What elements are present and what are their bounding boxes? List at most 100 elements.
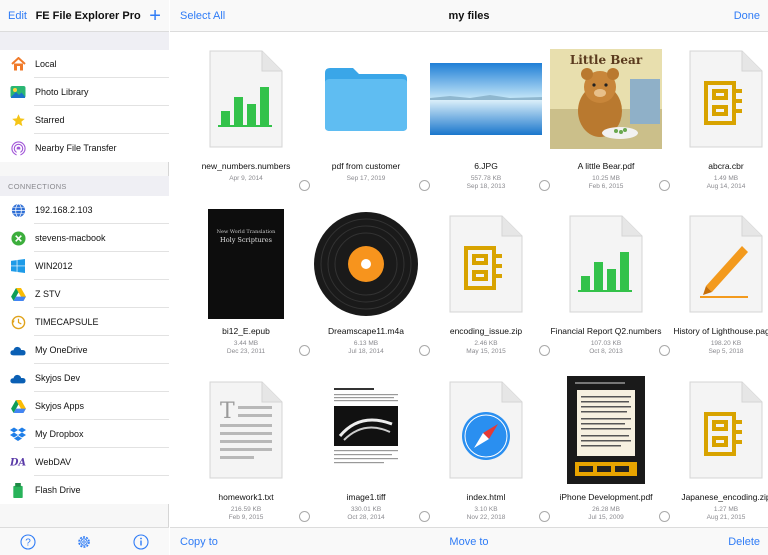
file-date: Feb 9, 2015 bbox=[228, 514, 264, 521]
file-date: Sep 17, 2019 bbox=[346, 175, 386, 182]
file-tile[interactable]: iPhone Development.pdf 26.28 MB Jul 15, 2… bbox=[546, 365, 670, 525]
file-tile[interactable]: abcra.cbr 1.49 MB Aug 14, 2014 bbox=[666, 34, 768, 194]
star-icon bbox=[10, 112, 26, 128]
file-name: encoding_issue.zip bbox=[449, 326, 523, 336]
done-button[interactable]: Done bbox=[734, 10, 760, 22]
archive-doc-icon bbox=[666, 44, 768, 154]
numbers-doc-icon bbox=[546, 209, 666, 319]
webdav-icon: DAV bbox=[10, 454, 26, 470]
delete-button[interactable]: Delete bbox=[728, 536, 760, 548]
sidebar-item-my-onedrive[interactable]: My OneDrive bbox=[0, 336, 169, 364]
sidebar-item-label: Skyjos Dev bbox=[35, 373, 81, 383]
archive-doc-icon bbox=[666, 375, 768, 485]
globe-icon bbox=[10, 202, 26, 218]
file-tile[interactable]: 6.JPG 557.78 KB Sep 18, 2013 bbox=[426, 34, 550, 194]
tiff-thumbnail bbox=[306, 375, 426, 485]
file-name: index.html bbox=[466, 492, 506, 502]
sidebar-item-starred[interactable]: Starred bbox=[0, 106, 169, 134]
sidebar-item-my-dropbox[interactable]: My Dropbox bbox=[0, 420, 169, 448]
file-tile[interactable]: Financial Report Q2.numbers 107.03 KB Oct… bbox=[546, 199, 670, 359]
file-name: iPhone Development.pdf bbox=[559, 492, 653, 502]
sidebar-item-label: My Dropbox bbox=[35, 429, 84, 439]
file-name: History of Lighthouse.pages bbox=[673, 326, 768, 336]
file-tile[interactable]: New World Translation Holy Scriptures bi1… bbox=[186, 199, 310, 359]
file-size: 2.46 KB bbox=[474, 340, 498, 347]
sidebar-item-label: stevens-macbook bbox=[35, 233, 106, 243]
sidebar-header: Edit FE File Explorer Pro + bbox=[0, 0, 169, 32]
file-grid: new_numbers.numbers Apr 9, 2014 pdf from… bbox=[170, 32, 768, 527]
file-meta: 3.44 MB Dec 23, 2011 bbox=[186, 340, 306, 356]
file-date: Jul 18, 2014 bbox=[348, 348, 384, 355]
sidebar-item-webdav[interactable]: DAV WebDAV bbox=[0, 448, 169, 476]
file-name: homework1.txt bbox=[218, 492, 274, 502]
sidebar-item-label: WIN2012 bbox=[35, 261, 73, 271]
file-meta: 198.20 KB Sep 5, 2018 bbox=[666, 340, 768, 356]
sidebar-item-photo-library[interactable]: Photo Library bbox=[0, 78, 169, 106]
epub-cover-title: Holy Scriptures bbox=[220, 236, 272, 244]
info-icon[interactable] bbox=[133, 533, 149, 550]
flash-drive-icon bbox=[10, 482, 26, 498]
sidebar-item-z-stv[interactable]: Z STV bbox=[0, 280, 169, 308]
file-tile[interactable]: Japanese_encoding.zip 1.27 MB Aug 21, 201… bbox=[666, 365, 768, 525]
add-connection-button[interactable]: + bbox=[149, 6, 161, 26]
file-tile[interactable]: History of Lighthouse.pages 198.20 KBSep… bbox=[666, 199, 768, 359]
file-meta: 26.28 MB Jul 15, 2009 bbox=[546, 506, 666, 522]
file-tile[interactable]: encoding_issue.zip 2.46 KB May 15, 2015 bbox=[426, 199, 550, 359]
sidebar-item-skyjos-dev[interactable]: Skyjos Dev bbox=[0, 364, 169, 392]
pdf-page-thumbnail bbox=[546, 375, 666, 485]
edit-button[interactable]: Edit bbox=[8, 10, 27, 22]
file-tile[interactable]: index.html 3.10 KB Nov 22, 2018 bbox=[426, 365, 550, 525]
file-date: Oct 28, 2014 bbox=[347, 514, 385, 521]
file-date: Aug 14, 2014 bbox=[706, 183, 746, 190]
windows-icon bbox=[10, 258, 26, 274]
folder-tile[interactable]: pdf from customer Sep 17, 2019 bbox=[306, 34, 430, 194]
sidebar-spacer bbox=[0, 32, 169, 50]
sidebar-item-label: WebDAV bbox=[35, 457, 72, 467]
archive-doc-icon bbox=[426, 209, 546, 319]
file-tile[interactable]: new_numbers.numbers Apr 9, 2014 bbox=[186, 34, 310, 194]
file-tile[interactable]: Little Bear A little Bear.pdf 10.25 MB Fe… bbox=[546, 34, 670, 194]
file-size: 557.78 KB bbox=[470, 175, 502, 182]
safari-doc-icon bbox=[426, 375, 546, 485]
file-date: Nov 22, 2018 bbox=[466, 514, 506, 521]
file-tile[interactable]: Dreamscape11.m4a 6.13 MB Jul 18, 2014 bbox=[306, 199, 430, 359]
sidebar-item-label: Nearby File Transfer bbox=[35, 143, 117, 153]
sidebar-item-win2012[interactable]: WIN2012 bbox=[0, 252, 169, 280]
file-date: Dec 23, 2011 bbox=[226, 348, 266, 355]
file-name: Financial Report Q2.numbers bbox=[550, 326, 662, 336]
file-size: 107.03 KB bbox=[590, 340, 622, 347]
onedrive-icon bbox=[10, 342, 26, 358]
book-cover-thumbnail: Little Bear bbox=[546, 44, 666, 154]
file-tile[interactable]: T homework1.txt 216.59 KB Feb 9, 2015 bbox=[186, 365, 310, 525]
file-date: Oct 8, 2013 bbox=[589, 348, 623, 355]
sidebar-item-label: My OneDrive bbox=[35, 345, 88, 355]
file-date: Aug 21, 2015 bbox=[706, 514, 746, 521]
sidebar-item-nearby-file-transfer[interactable]: Nearby File Transfer bbox=[0, 134, 169, 162]
top-toolbar: Select All my files Done bbox=[170, 0, 768, 32]
pages-doc-icon bbox=[666, 209, 768, 319]
file-date: Jul 15, 2009 bbox=[588, 514, 624, 521]
file-size: 26.28 MB bbox=[592, 506, 620, 513]
file-tile[interactable]: image1.tiff 330.01 KB Oct 28, 2014 bbox=[306, 365, 430, 525]
file-meta: 557.78 KB Sep 18, 2013 bbox=[426, 175, 546, 191]
sidebar-item-skyjos-apps[interactable]: Skyjos Apps bbox=[0, 392, 169, 420]
file-date: Apr 9, 2014 bbox=[229, 175, 263, 182]
sidebar-item-local[interactable]: Local bbox=[0, 50, 169, 78]
sidebar-footer: ? bbox=[0, 527, 169, 555]
sidebar-item-timecapsule[interactable]: TIMECAPSULE bbox=[0, 308, 169, 336]
file-meta: 6.13 MB Jul 18, 2014 bbox=[306, 340, 426, 356]
sidebar-item-flash-drive[interactable]: Flash Drive bbox=[0, 476, 169, 504]
file-name: new_numbers.numbers bbox=[201, 161, 291, 171]
file-name: A little Bear.pdf bbox=[577, 161, 635, 171]
places-list: Local Photo Library Starred Nearby File … bbox=[0, 50, 169, 162]
file-meta: 2.46 KB May 15, 2015 bbox=[426, 340, 546, 356]
file-meta: 1.49 MB Aug 14, 2014 bbox=[666, 175, 768, 191]
sidebar-item-192-168-2-103[interactable]: 192.168.2.103 bbox=[0, 196, 169, 224]
sidebar-item-stevens-macbook[interactable]: stevens-macbook bbox=[0, 224, 169, 252]
settings-icon[interactable] bbox=[76, 534, 92, 550]
text-doc-icon: T bbox=[186, 375, 306, 485]
move-to-button[interactable]: Move to bbox=[170, 536, 768, 548]
file-size: 3.10 KB bbox=[474, 506, 498, 513]
sidebar-item-label: TIMECAPSULE bbox=[35, 317, 99, 327]
help-icon[interactable]: ? bbox=[20, 533, 36, 550]
